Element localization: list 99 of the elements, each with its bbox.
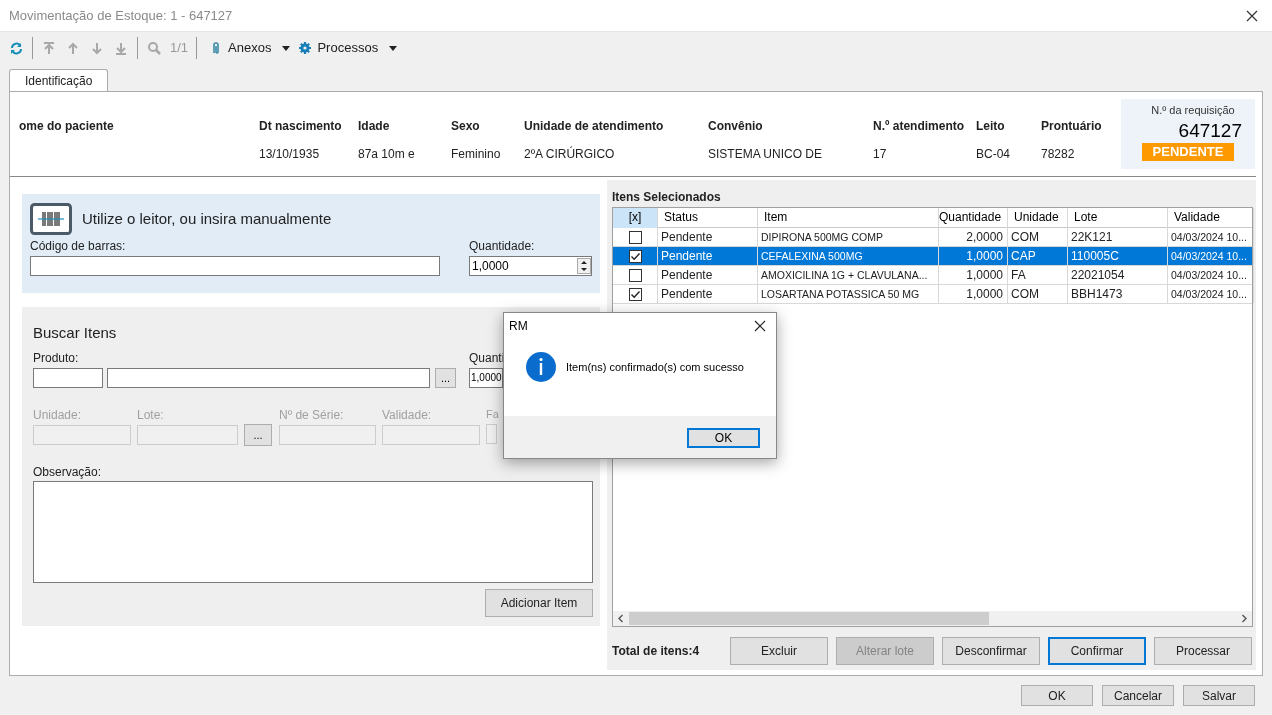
table-cell: Pendente (661, 230, 713, 244)
table-cell: 1,0000 (966, 287, 1003, 301)
requisition-number: 647127 (1178, 118, 1243, 143)
table-cell: 22K121 (1071, 230, 1113, 244)
field-label: Sexo (451, 118, 481, 135)
field-label: Quantidade: (469, 238, 536, 255)
table-cell: Pendente (661, 287, 713, 301)
field-value: 87a 10m e (358, 146, 416, 163)
field-label: Lote: (137, 407, 164, 424)
field-label: Validade: (382, 407, 432, 424)
table-row[interactable]: Pendente LOSARTANA POTASSICA 50 MG 1,0000 COM BBH1473 04/03/2024 10... (613, 285, 1252, 304)
table-cell: COM (1011, 230, 1039, 244)
table-cell: FA (1011, 268, 1026, 282)
tab[interactable]: Identificação (9, 69, 109, 91)
product-name-input[interactable] (107, 368, 430, 388)
panel-title: Buscar Itens (33, 323, 117, 342)
status-badge: PENDENTE (1142, 142, 1234, 161)
field-label: Fa (486, 407, 499, 422)
panel-title: Utilize o leitor, ou insira manualmente (82, 208, 332, 229)
panel-title: Itens Selecionados (612, 190, 722, 206)
field-label: Nº de Série: (279, 407, 344, 424)
field-value: 17 (873, 146, 888, 163)
table-cell: 22021054 (1071, 268, 1125, 282)
table-cell: AMOXICILINA 1G + CLAVULANA... (761, 269, 928, 281)
browse-button[interactable]: ... (244, 424, 272, 446)
table-cell: 04/03/2024 10... (1171, 250, 1247, 262)
table-cell: 04/03/2024 10... (1171, 231, 1247, 243)
table-row[interactable]: Pendente AMOXICILINA 1G + CLAVULANA... 1,0000 FA 22021054 04/03/2024 10... (613, 266, 1252, 285)
barcode-input[interactable] (30, 256, 440, 276)
info-icon (526, 352, 556, 382)
window-title: Movimentação de Estoque: 1 - 647127 (9, 6, 234, 25)
table-cell: BBH1473 (1071, 287, 1123, 301)
table-row[interactable]: Pendente CEFALEXINA 500MG 1,0000 CAP 110005C 04/03/2024 10... (613, 247, 1252, 266)
dialog-button[interactable]: Cancelar (1102, 685, 1174, 706)
scrollbar-thumb[interactable] (629, 612, 989, 625)
menu-button[interactable]: Processos (298, 38, 398, 58)
field-label: Leito (976, 118, 1006, 135)
action-button[interactable]: Confirmar (1048, 637, 1146, 665)
table-cell: 04/03/2024 10... (1171, 288, 1247, 300)
dialog-message: Item(ns) confirmado(s) com sucesso (566, 359, 744, 375)
refresh-icon[interactable] (9, 41, 23, 55)
caret-icon (282, 45, 291, 51)
product-code-input[interactable] (33, 368, 103, 388)
field-label: Unidade: (33, 407, 82, 424)
action-button[interactable]: Desconfirmar (942, 637, 1040, 665)
table-cell: CAP (1011, 249, 1036, 263)
gear-icon (298, 41, 313, 55)
field-label: Convênio (708, 118, 764, 135)
field-value: 13/10/1935 (259, 146, 321, 163)
field-value: 2ºA CIRÚRGICO (524, 145, 616, 163)
checkbox[interactable] (628, 249, 642, 263)
checkbox[interactable] (628, 268, 642, 282)
checkbox[interactable] (628, 287, 642, 301)
table-row[interactable]: Pendente DIPIRONA 500MG COMP 2,0000 COM 22K121 04/03/2024 10... (613, 228, 1252, 247)
field-value: Feminino (451, 146, 502, 163)
field-label: Unidade de atendimento (524, 118, 665, 135)
dialog-title: RM (509, 318, 529, 335)
dialog-button[interactable]: Salvar (1183, 685, 1255, 706)
table-cell: COM (1011, 287, 1039, 301)
field-label: Idade (358, 118, 391, 135)
column-header[interactable]: [x] (613, 208, 658, 228)
field-label: Prontuário (1041, 118, 1103, 135)
field-label: Produto: (33, 350, 80, 367)
field-label: ome do paciente (19, 118, 115, 135)
horizontal-scrollbar[interactable] (613, 611, 1252, 626)
table-cell: 2,0000 (966, 230, 1003, 244)
ok-button[interactable]: OK (687, 428, 760, 448)
table-cell: LOSARTANA POTASSICA 50 MG (761, 288, 920, 300)
field-value: BC-04 (976, 146, 1011, 163)
caret-icon (389, 45, 398, 51)
table-cell: 1,0000 (966, 249, 1003, 263)
table-cell: 110005C (1071, 249, 1119, 263)
close-icon[interactable] (1246, 9, 1258, 22)
dialog-button[interactable]: OK (1021, 685, 1093, 706)
action-button[interactable]: Excluir (730, 637, 828, 665)
menu-button[interactable]: Anexos (209, 38, 291, 58)
field-label: Código de barras: (30, 238, 127, 255)
field-label: N.º atendimento (873, 118, 966, 135)
add-item-button[interactable]: Adicionar Item (485, 589, 593, 617)
field-label: Observação: (33, 464, 103, 481)
page-indicator: 1/1 (170, 39, 189, 58)
quantity-input[interactable]: 1,0000 (469, 368, 503, 388)
table-cell: Pendente (661, 268, 713, 282)
checkbox[interactable] (628, 230, 642, 244)
action-button[interactable]: Processar (1154, 637, 1252, 665)
close-icon[interactable] (754, 320, 766, 332)
table-cell: Pendente (661, 249, 713, 263)
table-cell: CEFALEXINA 500MG (761, 250, 863, 262)
field-label: Dt nascimento (259, 118, 343, 135)
observation-input[interactable] (33, 481, 593, 583)
barcode-icon (30, 203, 72, 235)
table-cell: 04/03/2024 10... (1171, 269, 1247, 281)
browse-button[interactable]: ... (435, 368, 456, 388)
table-cell: 1,0000 (966, 268, 1003, 282)
table-cell: DIPIRONA 500MG COMP (761, 231, 883, 243)
requisition-label: N.º da requisição (1150, 103, 1235, 118)
total-items-label: Total de itens:4 (612, 643, 701, 660)
field-value: SISTEMA UNICO DE (708, 146, 824, 163)
field-value: 78282 (1041, 146, 1076, 163)
